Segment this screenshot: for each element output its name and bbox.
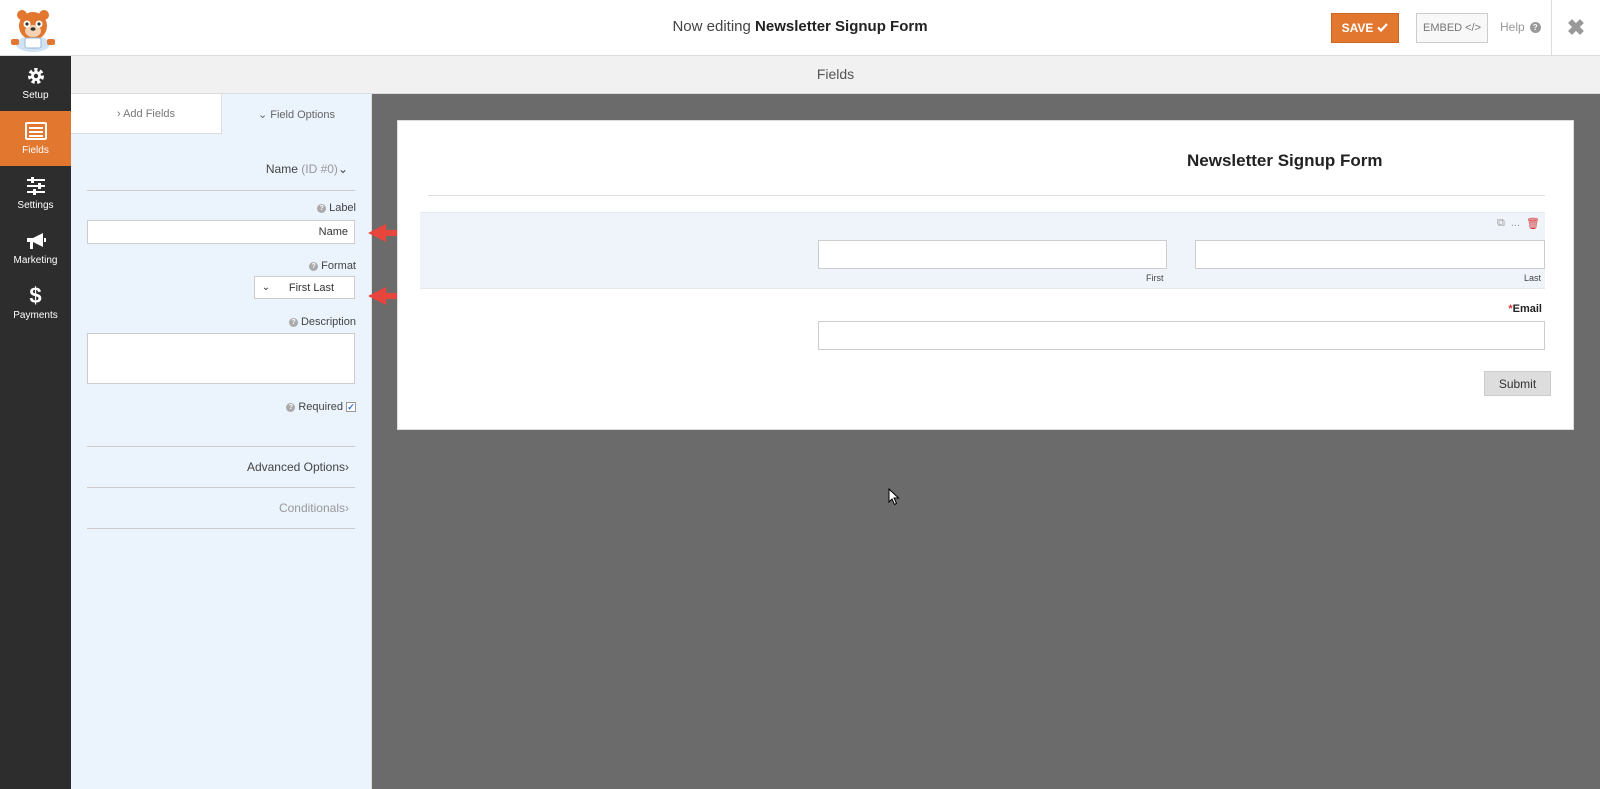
help-tooltip-icon[interactable]: ? — [286, 402, 296, 412]
question-icon: ? — [1529, 21, 1541, 33]
divider — [428, 195, 1545, 196]
top-bar: Now editing Newsletter Signup Form SAVE … — [0, 0, 1600, 56]
chevron-down-icon: ⌄ — [261, 282, 271, 293]
divider — [87, 528, 355, 529]
first-sublabel: First — [1146, 273, 1164, 283]
editing-prefix: Now editing — [672, 18, 751, 35]
list-icon — [24, 121, 47, 141]
gear-icon — [25, 66, 47, 86]
format-select[interactable]: ⌄ First Last — [254, 276, 355, 299]
form-preview-title: Newsletter Signup Form — [1187, 151, 1383, 170]
label-caption: ? Label — [317, 202, 356, 214]
field-options-panel: › Add Fields ⌄ Field Options Name (ID #0… — [71, 94, 372, 789]
nav-item-marketing[interactable]: Marketing — [0, 221, 71, 276]
email-label-text: Email — [1512, 303, 1542, 315]
left-navigation: Setup Fields Settings Marketing $ Paymen… — [0, 56, 71, 789]
last-name-input[interactable] — [1195, 240, 1545, 269]
advanced-options-toggle[interactable]: Advanced Options› — [247, 460, 349, 474]
sliders-icon — [25, 176, 47, 196]
help-tooltip-icon[interactable]: ? — [309, 261, 319, 271]
form-name: Newsletter Signup Form — [755, 18, 928, 35]
format-caption-text: Format — [321, 260, 356, 272]
close-icon: ✖ — [1566, 15, 1586, 40]
nav-item-setup[interactable]: Setup — [0, 56, 71, 111]
conditionals-label: Conditionals — [278, 501, 345, 515]
nav-item-payments[interactable]: $ Payments — [0, 276, 71, 331]
format-caption: ? Format — [309, 260, 356, 272]
embed-button[interactable]: EMBED </> — [1416, 13, 1488, 43]
last-sublabel: Last — [1524, 273, 1542, 283]
name-field-label-partial: ... — [1510, 217, 1521, 229]
code-icon: </> — [1465, 22, 1482, 34]
nav-item-fields[interactable]: Fields — [0, 111, 71, 166]
save-label: SAVE — [1341, 21, 1374, 35]
field-id: (ID #0) — [301, 162, 338, 176]
help-link[interactable]: Help ? — [1500, 20, 1541, 34]
panel-tabs: › Add Fields ⌄ Field Options — [71, 94, 372, 134]
name-field-row[interactable]: ⧉ ... 🗑 First Last — [420, 212, 1545, 289]
save-button[interactable]: SAVE — [1331, 13, 1399, 43]
chevron-down-icon: ⌄ — [337, 162, 348, 176]
embed-label: EMBED — [1422, 22, 1463, 34]
required-checkbox[interactable]: ✓ — [346, 402, 356, 412]
required-option: ? Required ✓ — [286, 401, 356, 413]
chevron-right-icon: › — [345, 460, 349, 474]
advanced-options-label: Advanced Options — [246, 460, 345, 474]
submit-button[interactable]: Submit — [1484, 371, 1551, 396]
nav-label-payments: Payments — [13, 310, 58, 321]
description-caption: ? Description — [288, 316, 356, 328]
dollar-icon: $ — [29, 283, 42, 308]
description-caption-text: Description — [300, 316, 356, 328]
help-label: Help — [1500, 20, 1525, 34]
description-textarea[interactable] — [87, 333, 355, 384]
label-caption-text: Label — [329, 202, 356, 214]
nav-label-setup: Setup — [22, 90, 49, 101]
nav-label-marketing: Marketing — [13, 255, 58, 266]
help-tooltip-icon[interactable]: ? — [288, 317, 298, 327]
help-tooltip-icon[interactable]: ? — [317, 203, 327, 213]
close-button[interactable]: ✖ — [1551, 0, 1600, 56]
duplicate-icon[interactable]: ⧉ — [1497, 217, 1505, 230]
format-value: First Last — [288, 281, 335, 294]
first-name-input[interactable] — [818, 240, 1167, 269]
mouse-cursor-icon — [888, 487, 900, 511]
fields-header: Fields — [71, 56, 1600, 94]
email-input[interactable] — [818, 321, 1545, 350]
email-label: *Email — [1508, 303, 1542, 315]
nav-label-settings: Settings — [17, 200, 54, 211]
conditionals-toggle[interactable]: Conditionals› — [279, 501, 349, 515]
field-row-actions: ⧉ ... 🗑 — [1497, 217, 1540, 230]
field-title-name: Name — [265, 162, 298, 176]
required-caption: Required — [298, 401, 343, 413]
divider — [87, 190, 355, 191]
form-preview: Newsletter Signup Form ⧉ ... 🗑 First Las… — [397, 120, 1574, 430]
field-title[interactable]: Name (ID #0)⌄ — [266, 162, 348, 176]
megaphone-icon — [25, 231, 47, 251]
tab-add-fields[interactable]: › Add Fields — [71, 94, 221, 134]
chevron-right-icon: › — [345, 501, 349, 515]
trash-icon[interactable]: 🗑 — [1526, 217, 1540, 230]
tab-field-options[interactable]: ⌄ Field Options — [221, 94, 371, 134]
divider — [87, 487, 355, 488]
nav-item-settings[interactable]: Settings — [0, 166, 71, 221]
label-input[interactable] — [87, 220, 355, 244]
checkmark-icon — [1377, 21, 1389, 35]
nav-label-fields: Fields — [22, 145, 49, 156]
divider — [87, 446, 355, 447]
